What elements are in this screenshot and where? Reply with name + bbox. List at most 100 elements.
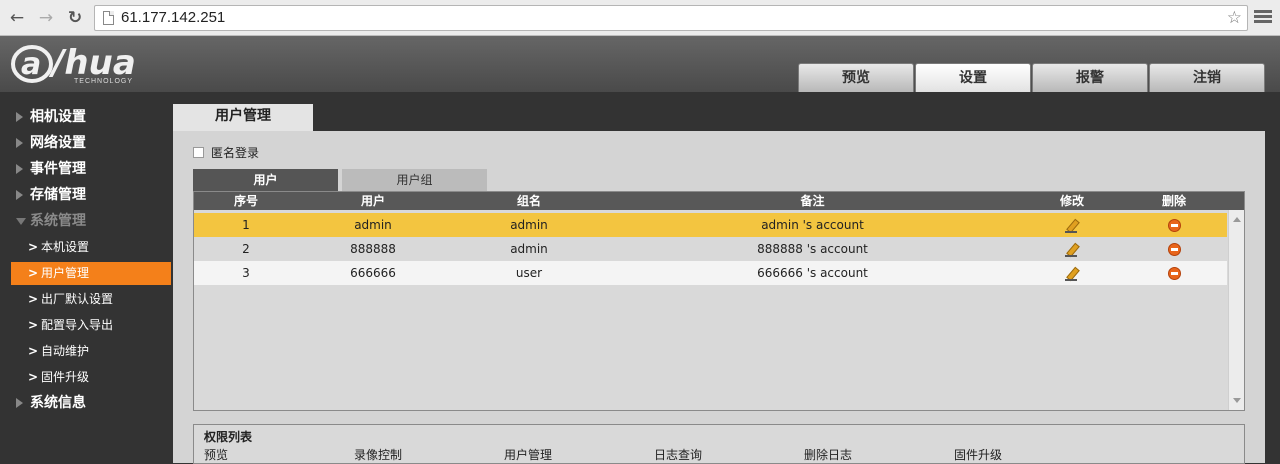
cell-user: 888888: [350, 242, 396, 256]
sidebar-subitem-label: 固件升级: [41, 370, 90, 384]
browser-toolbar: ← → ↻ 61.177.142.251 ☆: [0, 0, 1280, 36]
sidebar-subitem-user-management[interactable]: > 用户管理: [11, 262, 171, 285]
table-scrollbar[interactable]: [1228, 210, 1244, 410]
edit-cell: [1015, 213, 1129, 237]
dahua-logo: a /hua TECHNOLOGY: [10, 40, 160, 88]
sidebar-subitem-label: 出厂默认设置: [41, 292, 114, 306]
sidebar-subitem-factory-default[interactable]: > 出厂默认设置: [11, 288, 171, 311]
cell-group: user: [515, 266, 543, 280]
permission-list: 权限列表 预览 录像控制 用户管理 日志查询 删除日志 固件升级: [193, 424, 1245, 464]
permission-item: 预览: [204, 448, 229, 462]
sidebar-item-storage[interactable]: 存储管理: [0, 183, 173, 207]
cell-note: admin 's account: [761, 218, 864, 232]
sidebar-item-network[interactable]: 网络设置: [0, 131, 173, 155]
table-row[interactable]: 2 888888 admin 888888 's account: [194, 237, 1227, 261]
main-content: 用户管理 匿名登录 用户 用户组 序号 用户 组名 备注 修改 删除 1 adm…: [173, 92, 1280, 464]
permission-item: 固件升级: [954, 448, 1003, 462]
cell-user: 666666: [350, 266, 396, 280]
tab-logout[interactable]: 注销: [1149, 63, 1265, 92]
sidebar-item-system-info[interactable]: 系统信息: [0, 391, 173, 415]
pencil-icon[interactable]: [1065, 219, 1079, 233]
star-icon[interactable]: ☆: [1227, 8, 1242, 28]
edit-cell: [1015, 237, 1129, 261]
permission-item: 录像控制: [354, 448, 403, 462]
chevron-right-icon: >: [28, 292, 39, 306]
tab-settings[interactable]: 设置: [915, 63, 1031, 92]
checkbox-icon[interactable]: [193, 147, 204, 158]
user-management-panel: 匿名登录 用户 用户组 序号 用户 组名 备注 修改 删除 1 admin ad…: [173, 131, 1265, 464]
header-delete: 删除: [1161, 194, 1186, 208]
sidebar-subitem-local[interactable]: > 本机设置: [11, 236, 171, 259]
address-bar[interactable]: 61.177.142.251 ☆: [94, 5, 1248, 31]
cell-note: 888888 's account: [757, 242, 868, 256]
sidebar-item-label: 系统信息: [30, 395, 86, 411]
table-row[interactable]: 1 admin admin admin 's account: [194, 213, 1227, 237]
permission-item: 用户管理: [504, 448, 553, 462]
permission-item: 删除日志: [804, 448, 853, 462]
cell-group: admin: [510, 242, 548, 256]
permission-item: 日志查询: [654, 448, 703, 462]
header-no: 序号: [233, 194, 258, 208]
chevron-right-icon: >: [28, 370, 39, 384]
delete-cell: [1129, 261, 1219, 285]
chevron-right-icon: >: [28, 266, 39, 280]
anonymous-login-checkbox[interactable]: 匿名登录: [193, 145, 259, 161]
svg-text:a: a: [21, 47, 41, 82]
panel-title: 用户管理: [173, 104, 313, 131]
sidebar-item-label: 事件管理: [30, 161, 86, 177]
sidebar-item-events[interactable]: 事件管理: [0, 157, 173, 181]
triangle-right-icon: [16, 138, 23, 148]
chevron-right-icon: >: [28, 240, 39, 254]
sidebar-subitem-label: 本机设置: [41, 240, 90, 254]
cell-no: 1: [242, 218, 250, 232]
header-edit: 修改: [1059, 194, 1084, 208]
sidebar-item-label: 网络设置: [30, 135, 86, 151]
sidebar-item-system[interactable]: 系统管理: [0, 209, 173, 233]
triangle-right-icon: [16, 112, 23, 122]
logo-subtitle: TECHNOLOGY: [74, 78, 134, 85]
tab-preview[interactable]: 预览: [798, 63, 914, 92]
page-icon: [103, 11, 114, 25]
delete-icon[interactable]: [1167, 243, 1181, 256]
header-note: 备注: [800, 194, 825, 208]
chevron-right-icon: >: [28, 344, 39, 358]
menu-icon[interactable]: [1254, 8, 1272, 28]
delete-icon[interactable]: [1167, 219, 1181, 232]
tab-user-groups[interactable]: 用户组: [342, 169, 487, 191]
delete-icon[interactable]: [1167, 267, 1181, 280]
user-table: 序号 用户 组名 备注 修改 删除 1 admin admin admin 's…: [193, 191, 1245, 411]
edit-cell: [1015, 261, 1129, 285]
scroll-down-icon[interactable]: [1233, 398, 1241, 403]
sidebar-subitem-auto-maintenance[interactable]: > 自动维护: [11, 340, 171, 363]
forward-arrow-icon[interactable]: →: [35, 7, 57, 29]
pencil-icon[interactable]: [1065, 243, 1079, 257]
pencil-icon[interactable]: [1065, 267, 1079, 281]
back-arrow-icon[interactable]: ←: [6, 7, 28, 29]
triangle-right-icon: [16, 190, 23, 200]
cell-user: admin: [354, 218, 392, 232]
sidebar: 相机设置 网络设置 事件管理 存储管理 系统管理 > 本机设置 > 用户管理 >…: [0, 92, 173, 463]
sidebar-item-label: 系统管理: [30, 213, 86, 229]
triangle-right-icon: [16, 398, 23, 408]
url-text[interactable]: 61.177.142.251: [121, 9, 225, 26]
scroll-up-icon[interactable]: [1233, 217, 1241, 222]
cell-no: 2: [242, 242, 250, 256]
header-group: 组名: [516, 194, 541, 208]
sidebar-subitem-label: 自动维护: [41, 344, 90, 358]
table-row[interactable]: 3 666666 user 666666 's account: [194, 261, 1227, 285]
header-user: 用户: [360, 194, 385, 208]
triangle-down-icon: [16, 218, 26, 225]
cell-no: 3: [242, 266, 250, 280]
sidebar-item-label: 存储管理: [30, 187, 86, 203]
triangle-right-icon: [16, 164, 23, 174]
cell-group: admin: [510, 218, 548, 232]
sidebar-subitem-firmware-upgrade[interactable]: > 固件升级: [11, 366, 171, 389]
table-header: 序号 用户 组名 备注 修改 删除: [194, 192, 1244, 210]
tab-alarm[interactable]: 报警: [1032, 63, 1148, 92]
reload-icon[interactable]: ↻: [64, 7, 86, 29]
sidebar-subitem-config-import-export[interactable]: > 配置导入导出: [11, 314, 171, 337]
permission-list-title: 权限列表: [204, 430, 253, 444]
tab-users[interactable]: 用户: [193, 169, 338, 191]
sidebar-item-camera[interactable]: 相机设置: [0, 105, 173, 129]
delete-cell: [1129, 237, 1219, 261]
